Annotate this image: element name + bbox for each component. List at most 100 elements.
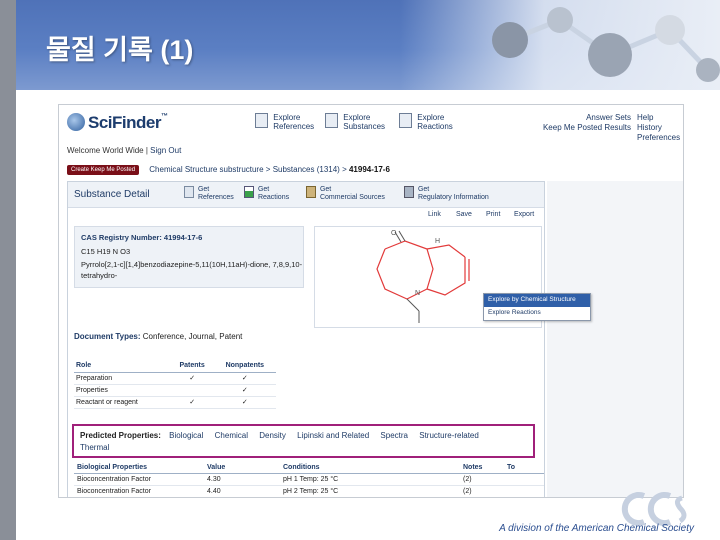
bio-conditions-header: Conditions — [280, 462, 460, 474]
bio-to-header: To — [504, 462, 544, 474]
toplinks-right: Help History Preferences — [637, 113, 680, 143]
table-row: Properties ✓ — [74, 384, 276, 397]
patents-check[interactable] — [170, 384, 214, 397]
nav-explore-reactions[interactable]: Explore Reactions — [399, 113, 453, 131]
predicted-density-link[interactable]: Density — [259, 431, 286, 440]
predicted-properties-row: Predicted Properties: Biological Chemica… — [80, 431, 488, 440]
role-cell: Properties — [74, 384, 171, 397]
table-row: Preparation ✓ ✓ — [74, 372, 276, 385]
molecule-decoration-icon — [492, 7, 720, 82]
bio-value-cell: 4.40 — [204, 485, 280, 497]
bio-value-header: Value — [204, 462, 280, 474]
explore-by-chemical-structure-item[interactable]: Explore by Chemical Structure — [484, 294, 590, 307]
document-types-label: Document Types: — [74, 332, 141, 341]
slide-footer-area — [16, 500, 720, 540]
history-link[interactable]: History — [637, 123, 680, 133]
detail-action-bar: Link Save Print Export — [68, 209, 544, 221]
role-header: Role — [74, 360, 171, 373]
scifinder-logo-icon — [67, 113, 85, 131]
cas-registry-number: CAS Registry Number: 41994-17-6 — [81, 233, 203, 242]
nonpatents-check[interactable]: ✓ — [213, 372, 276, 385]
nav-explore-substances[interactable]: Explore Substances — [325, 113, 385, 131]
document-types: Document Types: Conference, Journal, Pat… — [74, 332, 242, 341]
page-right-margin — [547, 181, 683, 497]
patents-check[interactable]: ✓ — [170, 372, 214, 385]
nonpatents-check[interactable]: ✓ — [213, 384, 276, 397]
patents-header: Patents — [170, 360, 214, 373]
scifinder-logo: SciFinder™ — [67, 113, 168, 133]
get-references-button[interactable]: Get References — [184, 186, 234, 202]
breadcrumb-substances[interactable]: Substances (1314) > — [273, 165, 347, 174]
document-icon — [184, 186, 194, 198]
flask-icon — [244, 186, 254, 198]
breadcrumb-structure[interactable]: Chemical Structure substructure > — [149, 165, 270, 174]
bio-notes-cell[interactable]: (2) — [460, 485, 504, 497]
bio-notes-header: Notes — [460, 462, 504, 474]
substance-icon — [325, 113, 338, 128]
role-cell: Reactant or reagent — [74, 396, 171, 409]
print-action[interactable]: Print — [486, 211, 500, 218]
bio-prop-cell: Bioconcentration Factor — [74, 473, 204, 486]
breadcrumb: Create Keep Me Posted Chemical Structure… — [67, 165, 545, 177]
role-table: Role Patents Nonpatents Preparation ✓ ✓ … — [74, 360, 276, 409]
save-action[interactable]: Save — [456, 211, 472, 218]
export-action[interactable]: Export — [514, 211, 534, 218]
svg-text:O: O — [391, 230, 397, 237]
table-row: Reactant or reagent ✓ ✓ — [74, 396, 276, 409]
welcome-text: Welcome World Wide — [67, 146, 144, 155]
slide-title-band: 물질 기록 (1) — [16, 0, 720, 90]
nonpatents-check[interactable]: ✓ — [213, 396, 276, 409]
nav-explore-references[interactable]: Explore References — [255, 113, 314, 131]
predicted-chemical-link[interactable]: Chemical — [215, 431, 248, 440]
role-cell: Preparation — [74, 372, 171, 385]
predicted-thermal-link[interactable]: Thermal — [80, 443, 109, 452]
sign-out-link[interactable]: Sign Out — [150, 146, 181, 155]
footer-tagline: A division of the American Chemical Soci… — [499, 523, 694, 534]
breadcrumb-current: 41994-17-6 — [348, 165, 390, 175]
help-link[interactable]: Help — [637, 113, 680, 123]
keep-me-posted-results-link[interactable]: Keep Me Posted Results — [541, 123, 631, 133]
predicted-biological-link[interactable]: Biological — [169, 431, 203, 440]
bio-value-cell: 4.30 — [204, 473, 280, 486]
cart-icon — [306, 186, 316, 198]
nonpatents-header: Nonpatents — [213, 360, 276, 373]
building-icon — [404, 186, 414, 198]
substance-detail-header: Substance Detail Get References Get Reacti… — [68, 182, 544, 208]
biological-properties-table: Biological Properties Value Conditions N… — [74, 462, 544, 497]
get-regulatory-information-button[interactable]: Get Regulatory Information — [404, 186, 489, 202]
flask-icon — [399, 113, 412, 128]
predicted-lipinski-link[interactable]: Lipinski and Related — [297, 431, 369, 440]
toplinks-left: Answer Sets Keep Me Posted Results — [541, 113, 631, 133]
slide-title: 물질 기록 (1) — [46, 35, 194, 65]
answer-sets-link[interactable]: Answer Sets — [541, 113, 631, 123]
bio-conditions-cell: pH 2 Temp: 25 °C — [280, 485, 460, 497]
predicted-properties-highlight: Predicted Properties: Biological Chemica… — [72, 424, 535, 458]
bio-notes-cell[interactable]: (2) — [460, 473, 504, 486]
preferences-link[interactable]: Preferences — [637, 133, 680, 143]
predicted-structure-related-link[interactable]: Structure-related — [419, 431, 479, 440]
welcome-bar: Welcome World Wide | Sign Out — [67, 146, 182, 155]
explore-reactions-item[interactable]: Explore Reactions — [484, 307, 590, 320]
scifinder-header: SciFinder™ Explore References Explore Subs… — [59, 105, 683, 161]
molecular-formula: C15 H19 N O3 — [81, 247, 131, 256]
document-types-values[interactable]: Conference, Journal, Patent — [143, 332, 243, 341]
predicted-spectra-link[interactable]: Spectra — [380, 431, 408, 440]
slide-left-bar — [0, 0, 16, 540]
svg-text:N: N — [415, 290, 420, 297]
get-reactions-button[interactable]: Get Reactions — [244, 186, 289, 202]
create-keep-me-posted-button[interactable]: Create Keep Me Posted — [67, 165, 140, 175]
document-icon — [255, 113, 268, 128]
substance-detail-title: Substance Detail — [74, 189, 150, 200]
substance-detail-panel: Substance Detail Get References Get Reacti… — [67, 181, 545, 497]
get-commercial-sources-button[interactable]: Get Commercial Sources — [306, 186, 385, 202]
scifinder-screenshot: SciFinder™ Explore References Explore Subs… — [58, 104, 684, 498]
bio-prop-header: Biological Properties — [74, 462, 204, 474]
link-action[interactable]: Link — [428, 211, 441, 218]
table-row: Bioconcentration Factor 4.30 pH 1 Temp: … — [74, 473, 544, 486]
bio-prop-cell: Bioconcentration Factor — [74, 485, 204, 497]
patents-check[interactable]: ✓ — [170, 396, 214, 409]
substance-name-line1: Pyrrolo[2,1-c][1,4]benzodiazepine-5,11(1… — [81, 260, 303, 269]
bio-conditions-cell: pH 1 Temp: 25 °C — [280, 473, 460, 486]
predicted-properties-label: Predicted Properties: — [80, 431, 161, 440]
registry-panel: CAS Registry Number: 41994-17-6 C15 H19 … — [74, 226, 304, 288]
